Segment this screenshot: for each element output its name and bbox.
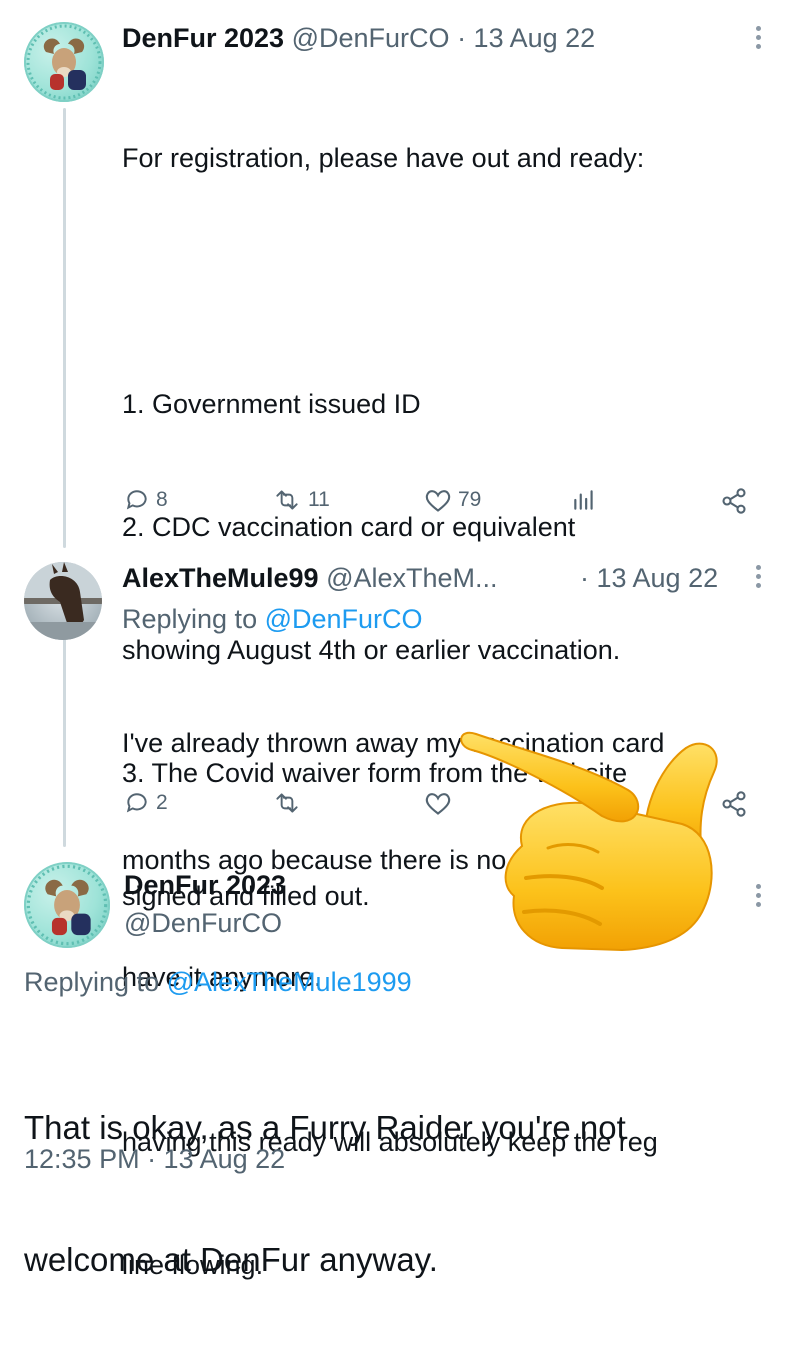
handle[interactable]: @AlexTheM... [326, 563, 497, 593]
handle[interactable]: @DenFurCO [124, 906, 282, 940]
text-line: For registration, please have out and re… [122, 143, 645, 173]
like-count: 79 [458, 488, 482, 511]
ram-mascot-icon [26, 24, 102, 100]
mule-photo-icon [24, 562, 102, 640]
text-line: welcome at DenFur anyway. [24, 1241, 438, 1278]
avatar[interactable] [24, 22, 104, 102]
pointing-hand-icon [460, 731, 718, 952]
heart-icon [425, 490, 451, 512]
text-line: 1. Government issued ID [122, 389, 421, 419]
like-button[interactable] [424, 790, 452, 816]
reply-count: 8 [156, 488, 168, 511]
reply-button[interactable]: 2 [124, 790, 168, 816]
reply-icon [126, 793, 147, 813]
display-name[interactable]: DenFur 2023 [124, 868, 286, 902]
views-icon [574, 490, 593, 510]
more-icon[interactable] [756, 565, 762, 592]
more-icon[interactable] [756, 26, 762, 53]
ram-mascot-icon [26, 864, 108, 946]
tweet-date[interactable]: · 13 Aug 22 [457, 23, 595, 53]
retweet-icon [276, 490, 298, 510]
replying-handle-link[interactable]: @DenFurCO [265, 604, 423, 634]
text-line: 2. CDC vaccination card or equivalent [122, 512, 576, 542]
display-name[interactable]: DenFur 2023 [122, 23, 284, 53]
replying-handle-link[interactable]: @AlexTheMule1999 [167, 967, 412, 997]
handle[interactable]: @DenFurCO [292, 23, 450, 53]
tweet-timestamp[interactable]: 12:35 PM · 13 Aug 22 [24, 1142, 285, 1176]
retweet-button[interactable]: 11 [272, 487, 330, 513]
display-name[interactable]: AlexTheMule99 [122, 563, 319, 593]
reply-button[interactable]: 8 [124, 487, 168, 513]
thread-line [63, 108, 66, 548]
replying-label: Replying to [24, 967, 160, 997]
like-button[interactable]: 79 [424, 487, 481, 513]
replying-to: Replying to @DenFurCO [122, 602, 423, 636]
share-button[interactable] [720, 487, 748, 515]
thread-line [63, 632, 66, 847]
tweet-date[interactable]: · 13 Aug 22 [580, 561, 718, 595]
retweet-icon [276, 793, 298, 813]
retweet-button[interactable] [272, 790, 302, 816]
share-icon [722, 488, 746, 514]
reply-count: 2 [156, 791, 168, 814]
text-line [122, 261, 658, 302]
reply-icon [126, 490, 147, 510]
views-button[interactable] [571, 487, 597, 513]
replying-to: Replying to @AlexTheMule1999 [24, 965, 412, 999]
heart-icon [425, 793, 451, 815]
replying-label: Replying to [122, 604, 258, 634]
avatar[interactable] [24, 862, 110, 948]
more-icon[interactable] [756, 884, 762, 911]
pointing-hand-emoji [452, 728, 732, 958]
retweet-count: 11 [308, 488, 330, 511]
avatar[interactable] [24, 562, 102, 640]
tweet-text: That is okay, as a Furry Raider you're n… [24, 1018, 626, 1370]
